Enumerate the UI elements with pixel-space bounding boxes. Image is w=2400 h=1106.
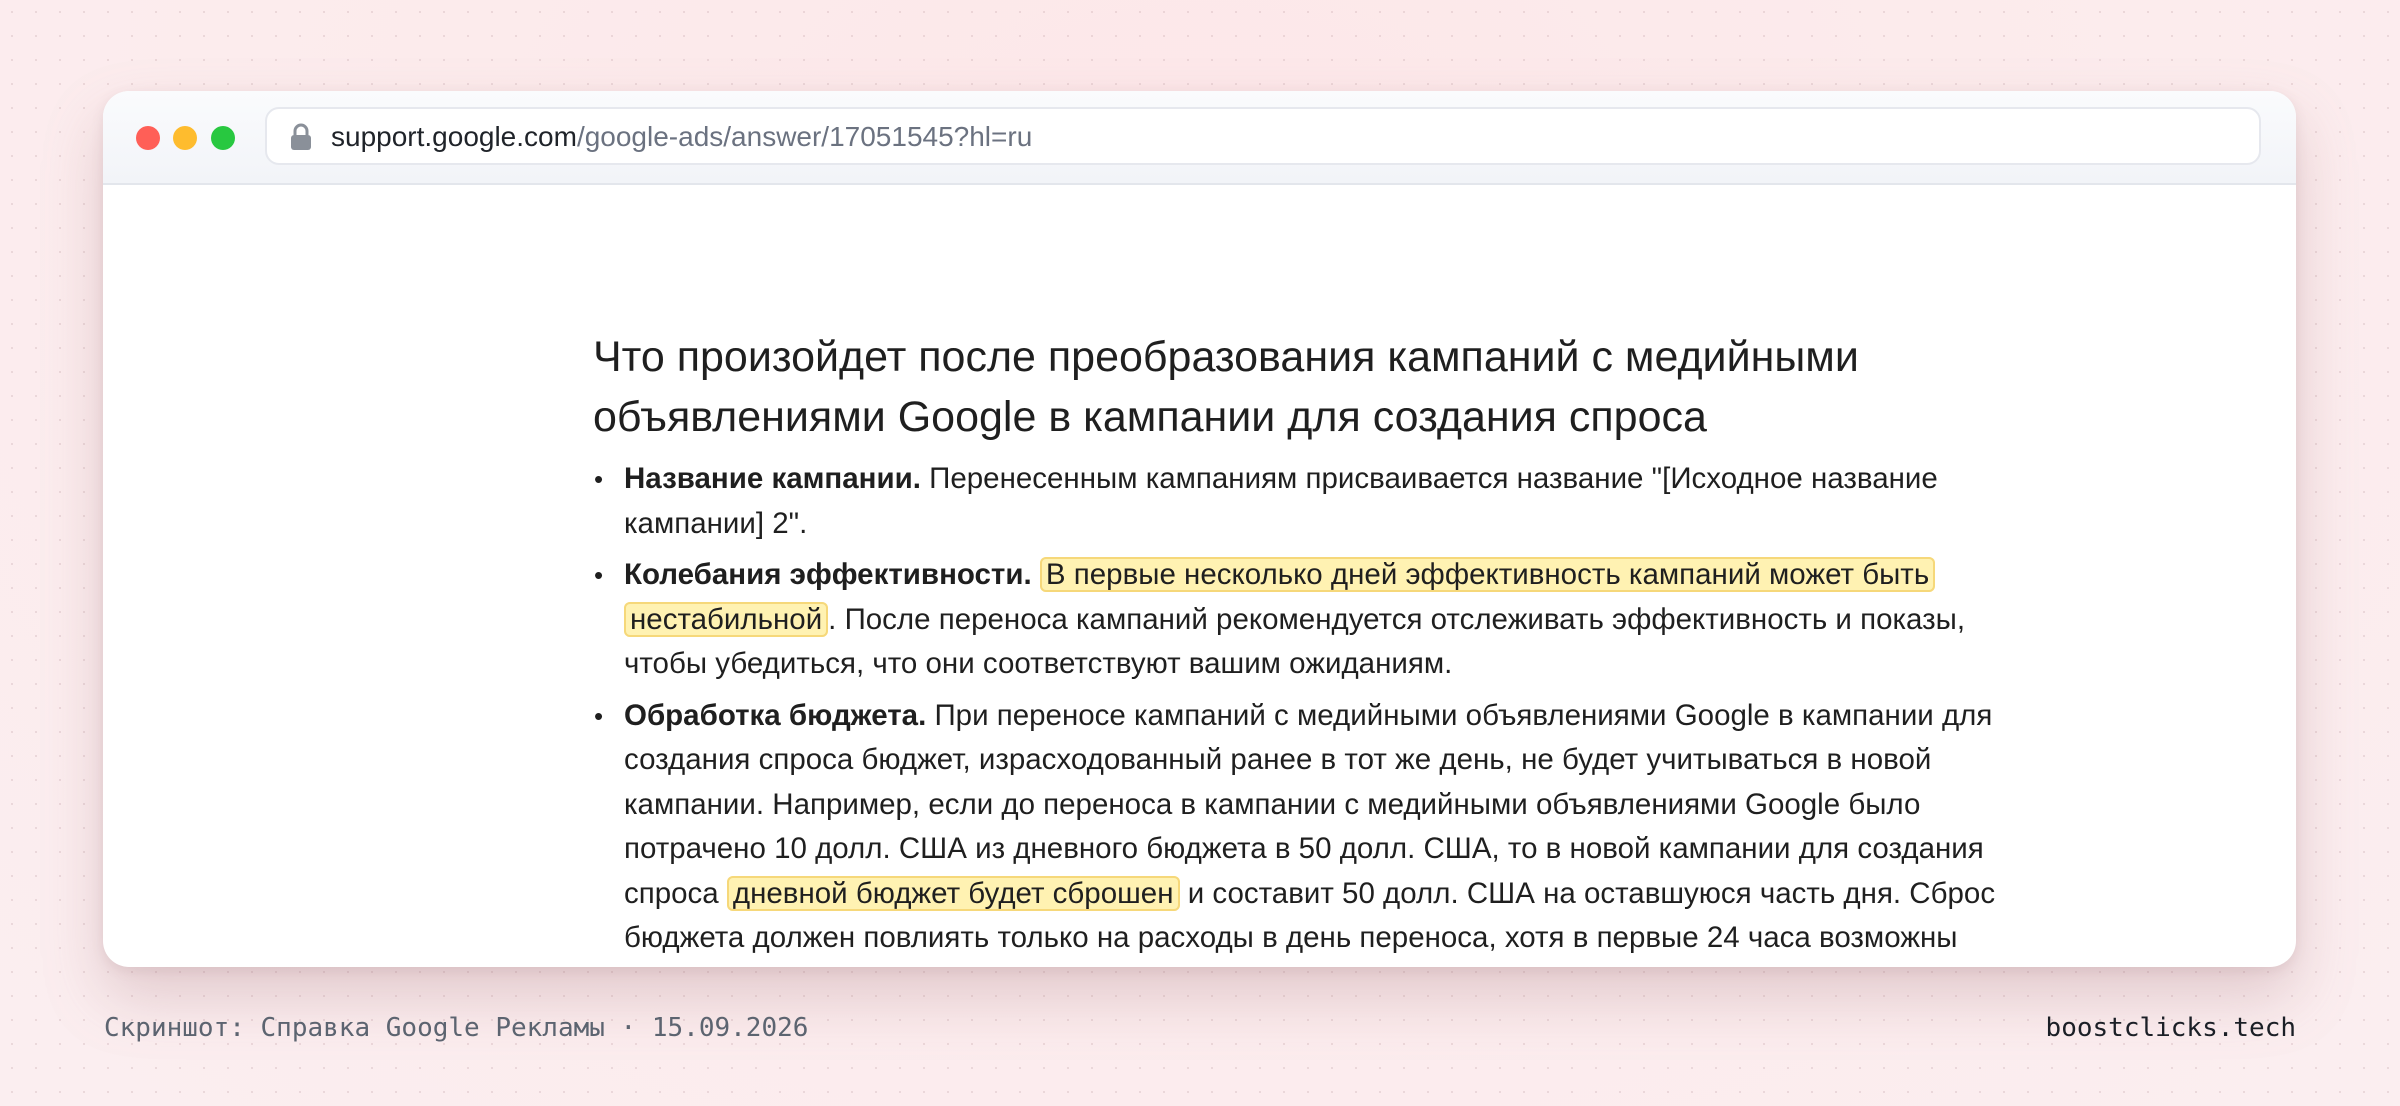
brand-label: boostclicks.tech	[2045, 1013, 2296, 1043]
address-bar[interactable]: support.google.com/google-ads/answer/170…	[265, 107, 2261, 165]
article-title: Что произойдет после преобразования камп…	[593, 333, 1859, 441]
close-window-button[interactable]	[136, 126, 160, 150]
article-bullet-list: Название кампании. Перенесенным кампания…	[593, 457, 2018, 967]
url-host: support.google.com	[331, 121, 577, 152]
list-item-label: Название кампании.	[624, 462, 921, 495]
highlighted-text: дневной бюджет будет сброшен	[726, 875, 1180, 911]
list-item-label: Обработка бюджета.	[624, 698, 927, 732]
url-path: /google-ads/answer/17051545?hl=ru	[576, 121, 1033, 152]
list-item-campaign-name: Название кампании. Перенесенным кампания…	[593, 457, 2018, 546]
browser-window: support.google.com/google-ads/answer/170…	[103, 91, 2296, 967]
list-item-budget: Обработка бюджета. При переносе кампаний…	[593, 694, 2018, 968]
list-item-label: Колебания эффективности.	[624, 558, 1032, 591]
screenshot-caption: Скриншот: Справка Google Рекламы · 15.09…	[104, 1013, 809, 1043]
address-bar-url: support.google.com/google-ads/answer/170…	[331, 120, 1032, 154]
minimize-window-button[interactable]	[173, 126, 197, 150]
lock-icon	[291, 123, 311, 150]
maximize-window-button[interactable]	[211, 126, 235, 150]
list-item-performance: Колебания эффективности. В первые нескол…	[593, 553, 2018, 687]
browser-toolbar: support.google.com/google-ads/answer/170…	[103, 91, 2296, 185]
